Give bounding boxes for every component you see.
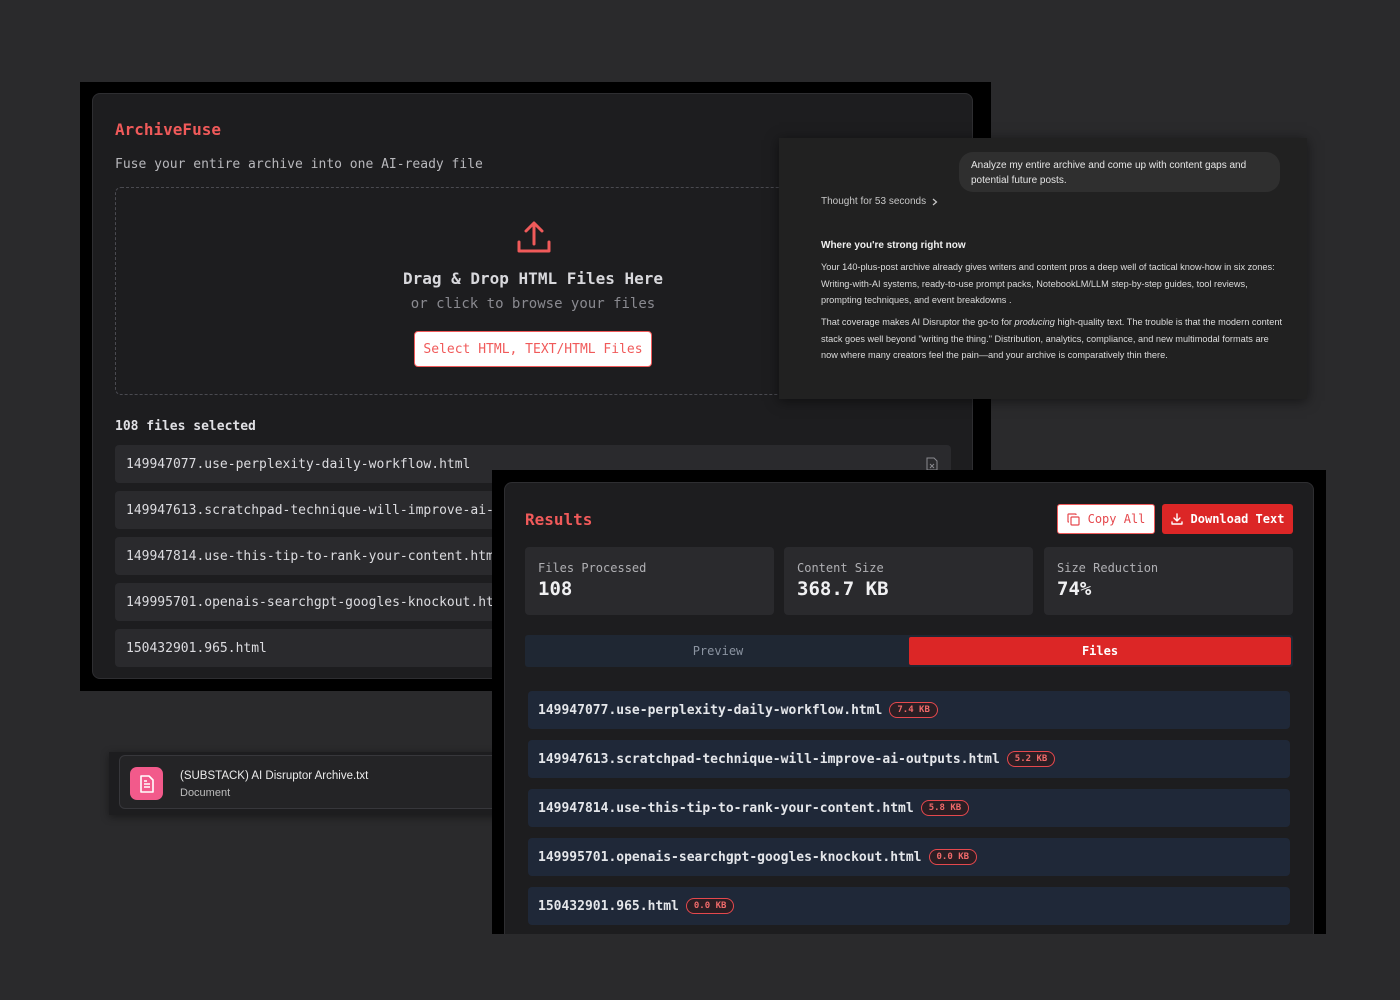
file-size-badge: 0.0 KB	[685, 898, 735, 914]
remove-file-icon[interactable]	[925, 457, 939, 471]
stat-size-reduction: Size Reduction 74%	[1044, 547, 1293, 615]
tab-preview[interactable]: Preview	[527, 637, 909, 665]
response-paragraph-2: That coverage makes AI Disruptor the go-…	[821, 317, 1283, 361]
stat-value: 108	[538, 578, 573, 600]
app-title: ArchiveFuse	[115, 120, 221, 139]
result-file-list: 149947077.use-perplexity-daily-workflow.…	[528, 691, 1290, 934]
stat-content-size: Content Size 368.7 KB	[784, 547, 1033, 615]
attachment-container: (SUBSTACK) AI Disruptor Archive.txt Docu…	[109, 752, 509, 815]
response-heading: Where you're strong right now	[821, 240, 966, 251]
document-type: Document	[180, 787, 231, 799]
user-message-bubble: Analyze my entire archive and come up wi…	[959, 152, 1280, 192]
file-name: 149947814.use-this-tip-to-rank-your-cont…	[538, 800, 914, 816]
list-item[interactable]: 149995701.openais-searchgpt-googles-knoc…	[528, 838, 1290, 876]
file-size-badge: 7.4 KB	[889, 702, 938, 718]
list-item[interactable]: 150432901.965.html 0.0 KB	[528, 887, 1290, 925]
stat-label: Content Size	[797, 561, 884, 575]
chevron-right-icon	[932, 198, 938, 205]
file-name: 150432901.965.html	[126, 640, 267, 656]
list-item[interactable]: 149947613.scratchpad-technique-will-impr…	[528, 740, 1290, 778]
document-name: (SUBSTACK) AI Disruptor Archive.txt	[180, 770, 369, 782]
download-icon	[1170, 513, 1183, 525]
app-subtitle: Fuse your entire archive into one AI-rea…	[115, 157, 483, 172]
results-title: Results	[525, 510, 593, 529]
chat-panel: Analyze my entire archive and come up wi…	[779, 138, 1307, 399]
file-name: 149995701.openais-searchgpt-googles-knoc…	[538, 849, 922, 865]
document-icon	[130, 767, 163, 800]
thought-label: Thought for 53 seconds	[821, 196, 927, 207]
tab-files[interactable]: Files	[909, 637, 1291, 665]
thought-toggle[interactable]: Thought for 53 seconds	[821, 196, 938, 207]
results-panel: Results Copy All Download Text Files Pro…	[504, 482, 1314, 934]
file-name: 150432901.965.html	[538, 898, 679, 914]
copy-all-button[interactable]: Copy All	[1057, 504, 1155, 534]
copy-all-label: Copy All	[1087, 512, 1146, 526]
file-name: 149947814.use-this-tip-to-rank-your-cont…	[126, 548, 502, 564]
list-item[interactable]: 149947814.use-this-tip-to-rank-your-cont…	[528, 789, 1290, 827]
copy-icon	[1066, 512, 1080, 526]
file-size-badge: 5.8 KB	[920, 800, 970, 816]
stat-value: 74%	[1057, 578, 1092, 600]
file-name: 149947077.use-perplexity-daily-workflow.…	[126, 456, 471, 472]
stat-files-processed: Files Processed 108	[525, 547, 774, 615]
file-name: 149947077.use-perplexity-daily-workflow.…	[538, 702, 883, 718]
file-size-badge: 0.0 KB	[928, 849, 978, 865]
file-name: 149947613.scratchpad-technique-will-impr…	[538, 751, 1000, 767]
response-paragraph-1: Your 140-plus-post archive already gives…	[821, 262, 1275, 306]
stat-label: Files Processed	[538, 561, 647, 575]
results-window: Results Copy All Download Text Files Pro…	[492, 470, 1326, 934]
upload-icon	[517, 221, 551, 253]
results-tabs: Preview Files	[525, 635, 1293, 667]
download-text-button[interactable]: Download Text	[1162, 504, 1293, 534]
download-text-label: Download Text	[1190, 512, 1285, 526]
list-item[interactable]: 149947077.use-perplexity-daily-workflow.…	[528, 691, 1290, 729]
stat-value: 368.7 KB	[797, 578, 889, 600]
file-name: 149995701.openais-searchgpt-googles-knoc…	[126, 594, 510, 610]
document-attachment[interactable]: (SUBSTACK) AI Disruptor Archive.txt Docu…	[119, 755, 509, 809]
file-size-badge: 5.2 KB	[1006, 751, 1056, 767]
select-files-button[interactable]: Select HTML, TEXT/HTML Files	[414, 331, 652, 367]
stat-label: Size Reduction	[1057, 561, 1159, 575]
files-selected-count: 108 files selected	[115, 419, 256, 434]
